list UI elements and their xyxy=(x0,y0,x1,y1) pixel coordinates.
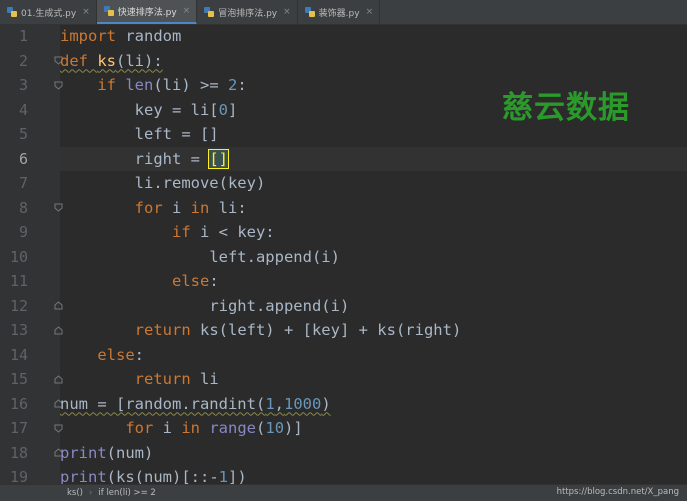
breadcrumb-separator-icon: › xyxy=(88,488,93,498)
source-credit: https://blog.csdn.net/X_pang xyxy=(556,487,679,497)
line-number: 15 xyxy=(9,370,28,388)
watermark-logo: 慈云数据 xyxy=(502,90,630,126)
line-number: 10 xyxy=(9,247,28,266)
line-number: 9 xyxy=(18,223,28,241)
code-line: else: xyxy=(171,272,219,290)
line-number: 2 xyxy=(18,51,28,70)
python-file-icon xyxy=(103,5,115,17)
tab-label: 快速排序法.py xyxy=(117,7,177,18)
breadcrumb-item-if[interactable]: if len(li) >= 2 xyxy=(98,488,155,498)
line-number: 6 xyxy=(18,149,28,168)
tab-decorator[interactable]: 装饰器.py × xyxy=(298,0,381,24)
python-file-icon xyxy=(203,6,215,18)
breadcrumb-item-ks[interactable]: ks() xyxy=(67,488,83,498)
breadcrumb: ks() › if len(li) >= 2 xyxy=(0,488,156,498)
line-number: 3 xyxy=(18,76,28,94)
code-line: for i in range(10)] xyxy=(125,419,303,437)
code-line: else: xyxy=(97,345,144,364)
code-line: return li xyxy=(134,370,219,388)
code-line-current: right = [] xyxy=(60,146,687,171)
matched-brackets: [] xyxy=(208,148,229,169)
tab-label: 冒泡排序法.py xyxy=(218,8,278,19)
tab-01-generator[interactable]: 01.生成式.py × xyxy=(0,0,97,24)
code-line: return ks(left) + [key] + ks(right) xyxy=(134,321,462,339)
code-line: num = [random.randint(1,1000) xyxy=(60,394,331,413)
line-number: 5 xyxy=(18,125,28,143)
line-number: 4 xyxy=(18,100,28,119)
close-icon[interactable]: × xyxy=(283,7,291,17)
editor-tab-bar: 01.生成式.py × 快速排序法.py × 冒泡排序法.py × 装饰器.py… xyxy=(0,0,687,25)
close-icon[interactable]: × xyxy=(366,7,374,17)
code-line: if i < key: xyxy=(171,223,275,241)
line-number: 17 xyxy=(9,419,28,437)
breadcrumb-bar: ks() › if len(li) >= 2 https://blog.csdn… xyxy=(0,484,687,501)
code-line: right.append(i) xyxy=(209,296,350,315)
python-file-icon xyxy=(304,6,316,18)
line-number: 1 xyxy=(18,27,28,45)
close-icon[interactable]: × xyxy=(82,7,90,17)
line-number: 14 xyxy=(9,345,28,364)
line-number: 11 xyxy=(9,272,28,290)
line-number: 18 xyxy=(9,443,28,462)
tab-label: 装饰器.py xyxy=(318,8,360,19)
code-line: for i in li: xyxy=(134,198,247,217)
line-number: 12 xyxy=(9,296,28,315)
line-number: 16 xyxy=(9,394,28,413)
code-line: print(num) xyxy=(60,443,154,462)
code-line: def ks(li): xyxy=(60,51,163,70)
code-line: import random xyxy=(60,27,182,45)
code-line: print(ks(num)[::-1]) xyxy=(60,468,247,484)
tab-bubblesort[interactable]: 冒泡排序法.py × xyxy=(197,0,298,24)
line-number: 13 xyxy=(9,321,28,339)
line-number: 7 xyxy=(18,174,28,192)
code-line: li.remove(key) xyxy=(134,174,266,192)
python-file-icon xyxy=(6,6,18,18)
close-icon[interactable]: × xyxy=(183,6,191,16)
line-number: 8 xyxy=(18,198,28,217)
line-number-gutter[interactable]: 1 2 3 4 5 6 7 8 9 10 11 12 13 14 15 16 1… xyxy=(0,24,63,486)
tab-quicksort[interactable]: 快速排序法.py × xyxy=(96,0,198,24)
code-line: left.append(i) xyxy=(209,247,340,266)
tab-label: 01.生成式.py xyxy=(21,8,77,19)
